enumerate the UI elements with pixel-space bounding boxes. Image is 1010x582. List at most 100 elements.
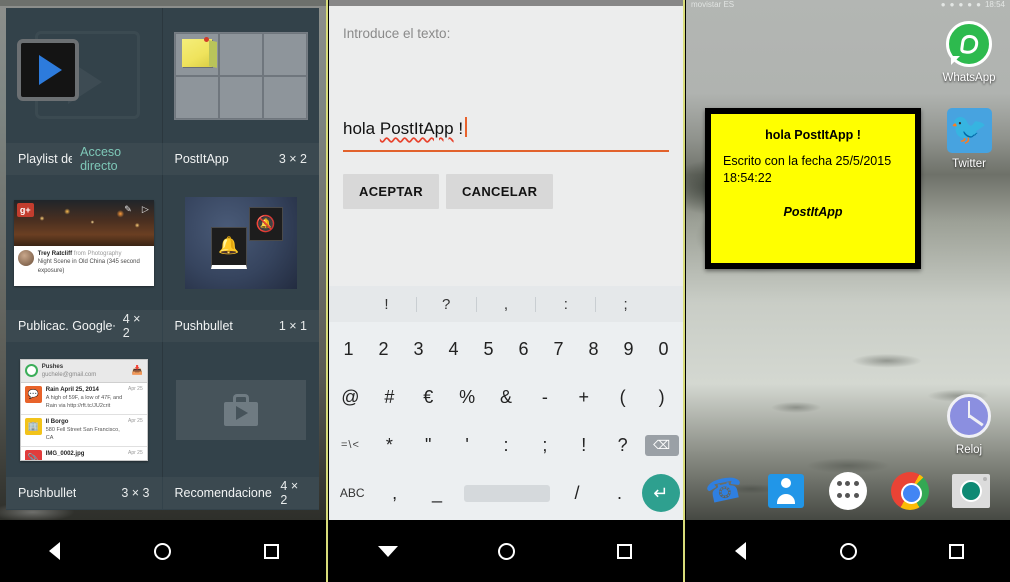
text-caret	[465, 117, 468, 137]
key-abc[interactable]: ABC	[331, 469, 373, 517]
key-ampersand[interactable]: &	[487, 373, 526, 421]
key-quote-single[interactable]: '	[448, 421, 487, 469]
accept-button[interactable]: ACEPTAR	[343, 174, 439, 209]
key-quote-double[interactable]: "	[409, 421, 448, 469]
key-exclamation[interactable]: !	[564, 421, 603, 469]
dock-item-contacts[interactable]	[764, 469, 808, 513]
key-underscore[interactable]: _	[416, 469, 458, 517]
dock-item-chrome[interactable]	[888, 469, 932, 513]
key-hash[interactable]: #	[370, 373, 409, 421]
widget-cell-pushbullet-small[interactable]: 🔕 🔔 Pushbullet 1 × 1	[162, 175, 320, 342]
home-button[interactable]	[131, 529, 195, 573]
widget-preview[interactable]	[6, 8, 163, 143]
key-question[interactable]: ?	[603, 421, 642, 469]
key-9[interactable]: 9	[611, 325, 646, 373]
app-icon-reloj[interactable]: Reloj	[932, 390, 1006, 456]
key-percent[interactable]: %	[448, 373, 487, 421]
key-at[interactable]: @	[331, 373, 370, 421]
key-enter[interactable]: ↵	[641, 469, 681, 517]
keyboard-row-bottom: ABC , _ / . ↵	[331, 469, 681, 517]
postit-widget-icon	[173, 31, 308, 120]
widget-label: Publicac. Google+	[18, 319, 115, 333]
signal-icon: ●	[967, 0, 973, 8]
text-field-wrapper[interactable]: hola PostItApp !	[343, 114, 669, 152]
key-3[interactable]: 3	[401, 325, 436, 373]
home-button[interactable]	[474, 529, 538, 573]
key-8[interactable]: 8	[576, 325, 611, 373]
app-label: Reloj	[955, 444, 983, 456]
cancel-button[interactable]: CANCELAR	[445, 174, 554, 209]
phone-icon: ☎	[702, 470, 747, 511]
widget-cell-postitapp[interactable]: PostItApp 3 × 2	[162, 8, 320, 175]
compose-icon: ✎	[124, 203, 132, 214]
key-comma[interactable]: ,	[373, 469, 415, 517]
key-more-symbols[interactable]: =\<	[331, 421, 370, 469]
suggestion-item[interactable]: !	[357, 296, 417, 312]
back-button[interactable]	[22, 529, 86, 573]
key-space[interactable]	[458, 469, 556, 517]
recents-button[interactable]	[592, 529, 656, 573]
widget-preview[interactable]	[163, 342, 320, 477]
recents-button[interactable]	[924, 529, 988, 573]
status-bar	[0, 0, 326, 6]
widget-preview[interactable]	[163, 8, 320, 143]
suggestion-item[interactable]: ?	[417, 296, 477, 312]
input-underline	[343, 150, 669, 152]
text-input[interactable]: hola PostItApp !	[343, 114, 669, 139]
widget-picker-panel: Playlist de.. Acceso directo PostItApp	[0, 0, 326, 582]
key-6[interactable]: 6	[506, 325, 541, 373]
key-delete[interactable]: ⌫	[642, 421, 681, 469]
key-paren-close[interactable]: )	[642, 373, 681, 421]
home-button[interactable]	[816, 529, 880, 573]
widget-meta: 4 × 2	[122, 312, 141, 340]
postit-note-widget[interactable]: hola PostItApp ! Escrito con la fecha 25…	[705, 108, 921, 269]
widget-meta: 4 × 2	[280, 479, 299, 507]
key-paren-open[interactable]: (	[603, 373, 642, 421]
gplus-author: Trey Ratcliff	[37, 250, 73, 257]
widget-cell-playlist[interactable]: Playlist de.. Acceso directo	[6, 8, 163, 175]
app-label: Twitter	[952, 158, 986, 170]
widget-preview[interactable]: 🔕 🔔	[163, 175, 320, 310]
key-colon[interactable]: :	[487, 421, 526, 469]
widget-preview[interactable]: g+ ✎ ▷ Trey Ratcliff from Photography Ni…	[6, 175, 163, 310]
dock-item-app-drawer[interactable]	[826, 469, 870, 513]
pushbullet-large-icon: Pushes guchele@gmail.com 📥 💬 Rain April …	[19, 358, 148, 461]
dock-item-phone[interactable]: ☎	[703, 469, 747, 513]
widget-preview[interactable]: Pushes guchele@gmail.com 📥 💬 Rain April …	[6, 342, 163, 477]
widget-caption: PostItApp 3 × 2	[162, 143, 319, 175]
key-semicolon[interactable]: ;	[525, 421, 564, 469]
recents-square-icon	[948, 543, 964, 559]
suggestion-item[interactable]: :	[536, 296, 597, 312]
key-2[interactable]: 2	[366, 325, 401, 373]
suggestion-item[interactable]: ,	[477, 296, 537, 312]
key-1[interactable]: 1	[331, 325, 366, 373]
dock-item-camera[interactable]	[949, 469, 993, 513]
widget-cell-recomendaciones[interactable]: Recomendaciones 4 × 2	[162, 342, 320, 509]
key-period[interactable]: .	[598, 469, 640, 517]
dialog-prompt: Introduce el texto:	[343, 26, 451, 41]
push-row-sub: 580 Fell Street San Francisco, CA	[45, 426, 120, 441]
note-signature: PostItApp	[783, 204, 843, 219]
key-hyphen[interactable]: -	[525, 373, 564, 421]
app-icon-whatsapp[interactable]: WhatsApp	[932, 18, 1006, 84]
suggestion-item[interactable]: ;	[596, 297, 655, 312]
push-row-date: Apr 25	[128, 417, 143, 424]
recents-button[interactable]	[240, 529, 304, 573]
widget-caption: Pushbullet 1 × 1	[162, 310, 319, 342]
key-4[interactable]: 4	[436, 325, 471, 373]
widget-cell-pushbullet-large[interactable]: Pushes guchele@gmail.com 📥 💬 Rain April …	[6, 342, 163, 509]
key-5[interactable]: 5	[471, 325, 506, 373]
app-icon-twitter[interactable]: 🐦 Twitter	[932, 104, 1006, 170]
key-plus[interactable]: +	[564, 373, 603, 421]
hide-keyboard-button[interactable]	[356, 529, 420, 573]
key-asterisk[interactable]: *	[370, 421, 409, 469]
key-7[interactable]: 7	[541, 325, 576, 373]
back-button[interactable]	[708, 529, 772, 573]
navigation-bar	[0, 520, 326, 582]
key-slash[interactable]: /	[556, 469, 598, 517]
widget-cell-google-plus[interactable]: g+ ✎ ▷ Trey Ratcliff from Photography Ni…	[6, 175, 163, 342]
key-0[interactable]: 0	[646, 325, 681, 373]
key-euro[interactable]: €	[409, 373, 448, 421]
input-text-tail: !	[453, 119, 464, 138]
attachment-icon: 📎	[24, 449, 42, 460]
